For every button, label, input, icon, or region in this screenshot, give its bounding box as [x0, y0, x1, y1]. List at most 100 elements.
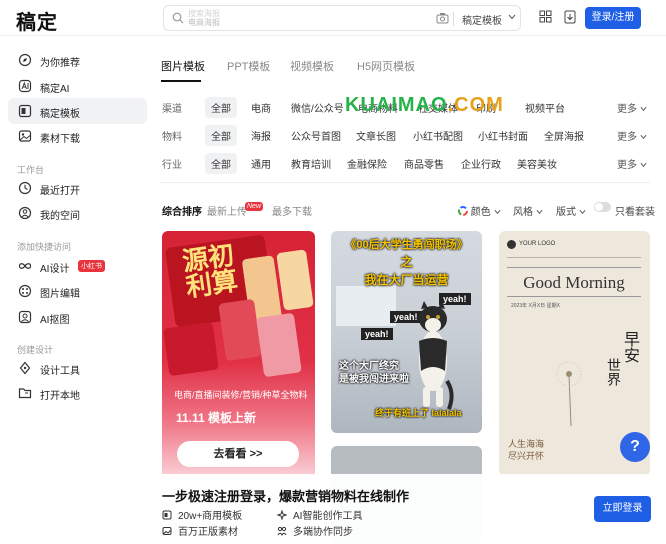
sidebar-item-open-local[interactable]: 打开本地: [8, 380, 147, 406]
more-label: 更多: [617, 104, 637, 115]
search-placeholder[interactable]: 搜索海报 电商海报: [188, 9, 220, 27]
chevron-down-icon[interactable]: [508, 13, 516, 21]
channel-more-button[interactable]: 更多: [617, 100, 647, 115]
chevron-down-icon: [640, 162, 647, 168]
chip-beauty[interactable]: 美容美妆: [517, 156, 557, 171]
layout-filter[interactable]: 版式: [556, 203, 586, 218]
set-only-label: 只看套装: [615, 207, 655, 218]
more-label: 更多: [617, 160, 637, 171]
color-filter-label: 颜色: [470, 207, 491, 218]
phone-mockup: [276, 249, 314, 311]
sort-newest[interactable]: 最新上传: [207, 203, 247, 218]
tab-video-templates[interactable]: 视频模板: [290, 58, 334, 74]
sidebar-item-recent[interactable]: 最近打开: [8, 175, 147, 201]
sidebar-item-label: 为你推荐: [40, 58, 80, 69]
chip-general[interactable]: 通用: [251, 156, 271, 171]
poster-headline: 源初 利算: [180, 240, 239, 303]
chip-long-image[interactable]: 文章长图: [356, 128, 396, 143]
login-register-button[interactable]: 登录/注册: [585, 7, 641, 29]
chip-ecommerce[interactable]: 电商: [251, 100, 271, 115]
poster-date: 2023年 X月X日 星期X: [511, 303, 560, 309]
style-filter[interactable]: 风格: [513, 203, 543, 218]
sort-default[interactable]: 综合排序: [162, 203, 202, 218]
sidebar-item-assets[interactable]: 素材下载: [8, 123, 147, 149]
sidebar-item-my-space[interactable]: 我的空间: [8, 200, 147, 226]
tab-h5-templates[interactable]: H5网页模板: [357, 58, 415, 74]
section-shortcuts: 添加快捷访问: [17, 242, 72, 252]
chip-xhs-cover[interactable]: 小红书封面: [478, 128, 528, 143]
banner-title: 一步极速注册登录，爆款营销物料在线制作: [162, 489, 410, 504]
chip-industry-all[interactable]: 全部: [205, 153, 237, 174]
chip-wechat[interactable]: 微信/公众号: [291, 100, 344, 115]
sidebar-item-label: 设计工具: [40, 366, 80, 377]
sidebar-item-ai[interactable]: 稿定AI: [8, 73, 147, 99]
placeholder-line-1: 搜索海报: [188, 9, 220, 18]
image-icon: [18, 130, 32, 142]
app-logo[interactable]: 稿定: [16, 6, 58, 35]
go-see-button[interactable]: 去看看 >>: [177, 441, 299, 467]
infinity-icon: [18, 263, 32, 269]
tab-ppt-templates[interactable]: PPT模板: [227, 58, 270, 74]
clock-icon: [18, 181, 32, 195]
ai-feature-icon: [277, 510, 287, 520]
template-card-office-meme[interactable]: 《00后大学生勇闯职场》 之 我在大厂当运营 yeah! yeah! yeah!…: [331, 231, 482, 433]
chevron-down-icon: [640, 106, 647, 112]
apps-grid-icon[interactable]: [539, 10, 552, 23]
filter-industry-label: 行业: [162, 160, 182, 171]
meme-caption-line2: 是被我闯进来啦: [339, 374, 409, 385]
new-badge: New: [245, 202, 264, 211]
sidebar-item-recommend[interactable]: 为你推荐: [8, 47, 147, 73]
ai-icon: [18, 79, 32, 93]
office-window: [336, 286, 396, 326]
sidebar-item-image-edit[interactable]: 图片编辑: [8, 278, 147, 304]
meme-caption-bottom: 终于有班上了 lalalala: [375, 408, 462, 418]
sort-most-downloaded[interactable]: 最多下载: [272, 203, 312, 218]
help-button[interactable]: ?: [620, 432, 650, 462]
chip-xhs-image[interactable]: 小红书配图: [413, 128, 463, 143]
sidebar: 为你推荐 稿定AI 稿定模板 素材下载 工作台 最近打开 我的空间 添加快捷访问…: [0, 36, 154, 544]
chip-poster[interactable]: 海报: [251, 128, 271, 143]
search-box[interactable]: 搜索海报 电商海报 稿定模板: [163, 5, 521, 31]
chip-wechat-cover[interactable]: 公众号首图: [291, 128, 341, 143]
download-app-icon[interactable]: [564, 10, 576, 24]
chip-education[interactable]: 教育培训: [291, 156, 331, 171]
chip-video-platform[interactable]: 视频平台: [525, 100, 565, 115]
material-more-button[interactable]: 更多: [617, 128, 647, 143]
phone-mockup: [162, 321, 220, 377]
search-separator: [453, 12, 454, 26]
assets-feature-icon: [162, 527, 172, 535]
sidebar-item-label: 稿定AI: [40, 84, 70, 95]
camera-icon[interactable]: [436, 12, 449, 24]
tab-image-templates[interactable]: 图片模板: [161, 58, 205, 74]
logo-mark: [507, 240, 516, 249]
zaoan-vertical: 早安: [621, 331, 638, 367]
login-now-button[interactable]: 立即登录: [594, 496, 651, 522]
sidebar-item-templates[interactable]: 稿定模板: [8, 98, 147, 124]
set-only-toggle[interactable]: [594, 202, 611, 212]
chip-finance[interactable]: 金融保险: [347, 156, 387, 171]
chip-channel-all[interactable]: 全部: [205, 97, 237, 118]
dancing-cat-image: [419, 301, 454, 410]
search-scope-select[interactable]: 稿定模板: [462, 12, 502, 27]
sidebar-item-label: AI设计: [40, 264, 70, 275]
style-filter-label: 风格: [513, 207, 533, 218]
color-filter[interactable]: 颜色: [458, 203, 501, 218]
palette-icon: [18, 284, 32, 298]
chip-retail[interactable]: 商品零售: [404, 156, 444, 171]
top-rule: [507, 257, 641, 258]
sidebar-item-ai-design[interactable]: AI设计 小红书: [8, 253, 147, 279]
chip-fullscreen-poster[interactable]: 全屏海报: [544, 128, 584, 143]
template-icon: [18, 104, 32, 118]
industry-more-button[interactable]: 更多: [617, 156, 647, 171]
meme-title: 《00后大学生勇闯职场》: [345, 239, 468, 251]
shijie-vertical: 世界: [605, 358, 620, 390]
poem-line1: 人生海海: [508, 439, 545, 449]
sidebar-item-ai-cutout[interactable]: AI抠图: [8, 304, 147, 330]
filter-divider: [160, 182, 650, 183]
pen-icon: [19, 361, 31, 375]
feature-templates: 20w+商用模板: [162, 507, 242, 522]
feature-label: 百万正版素材: [178, 527, 238, 538]
chip-material-all[interactable]: 全部: [205, 125, 237, 146]
sidebar-item-design-tools[interactable]: 设计工具: [8, 355, 147, 381]
chip-corporate[interactable]: 企业行政: [461, 156, 501, 171]
